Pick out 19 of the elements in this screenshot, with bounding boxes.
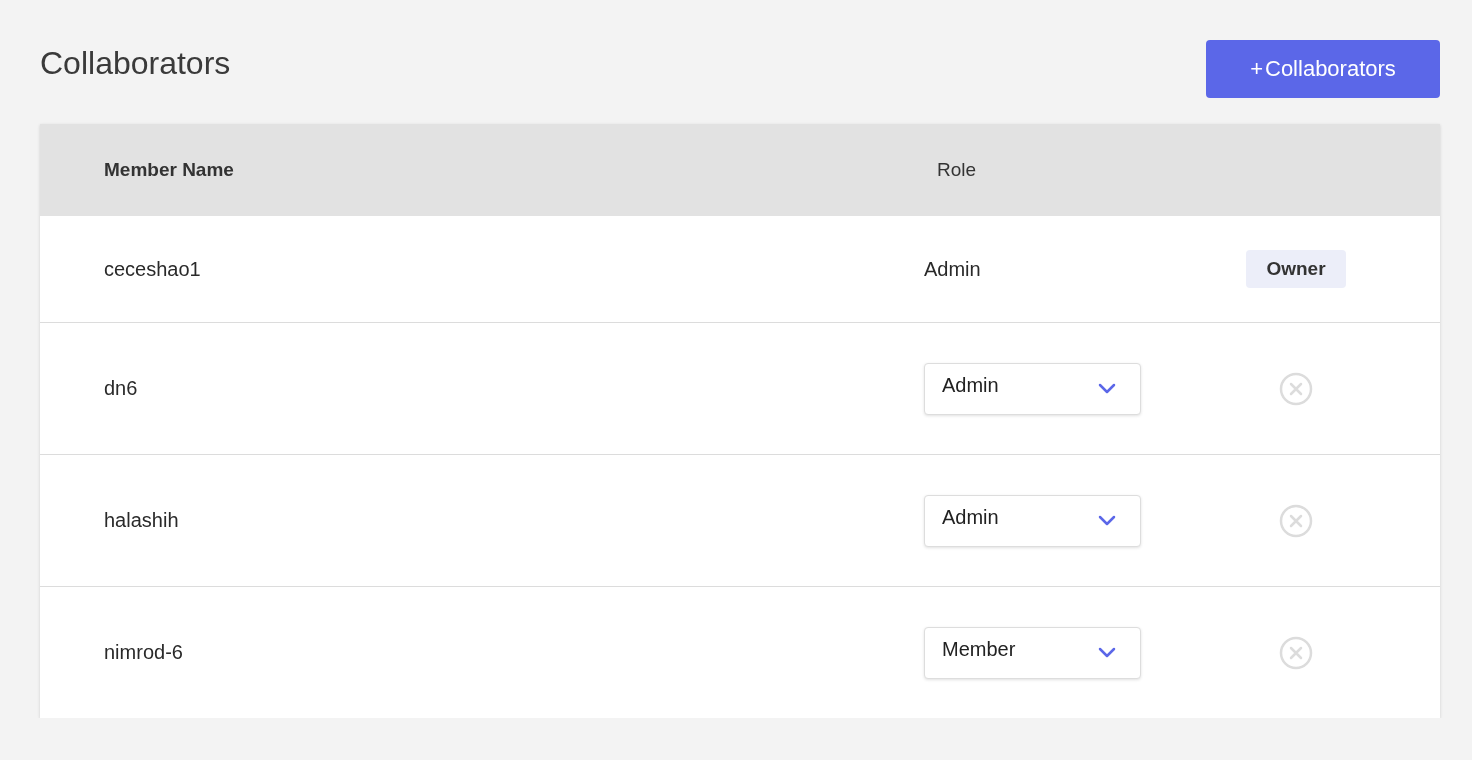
member-name: ceceshao1 — [103, 257, 202, 281]
owner-badge: Owner — [1246, 250, 1346, 288]
member-name: dn6 — [103, 377, 139, 400]
chevron-down-icon — [1098, 515, 1116, 526]
role-dropdown[interactable]: Admin — [924, 362, 1141, 415]
page-title: Collaborators — [40, 44, 231, 83]
role-dropdown[interactable]: Member — [924, 626, 1141, 679]
add-collaborators-button[interactable]: +Collaborators — [1206, 40, 1440, 98]
column-header: Member Name — [103, 159, 235, 181]
chevron-down-icon — [1098, 383, 1116, 394]
chevron-down-icon — [1098, 647, 1116, 658]
remove-icon[interactable] — [1279, 503, 1313, 538]
role-dropdown[interactable]: Admin — [924, 494, 1141, 547]
remove-icon[interactable] — [1279, 371, 1313, 406]
member-role: Admin — [924, 257, 981, 280]
member-name: halashih — [103, 509, 180, 532]
remove-icon[interactable] — [1279, 635, 1313, 670]
member-name: nimrod-6 — [103, 641, 184, 664]
column-header: Role — [936, 159, 978, 181]
